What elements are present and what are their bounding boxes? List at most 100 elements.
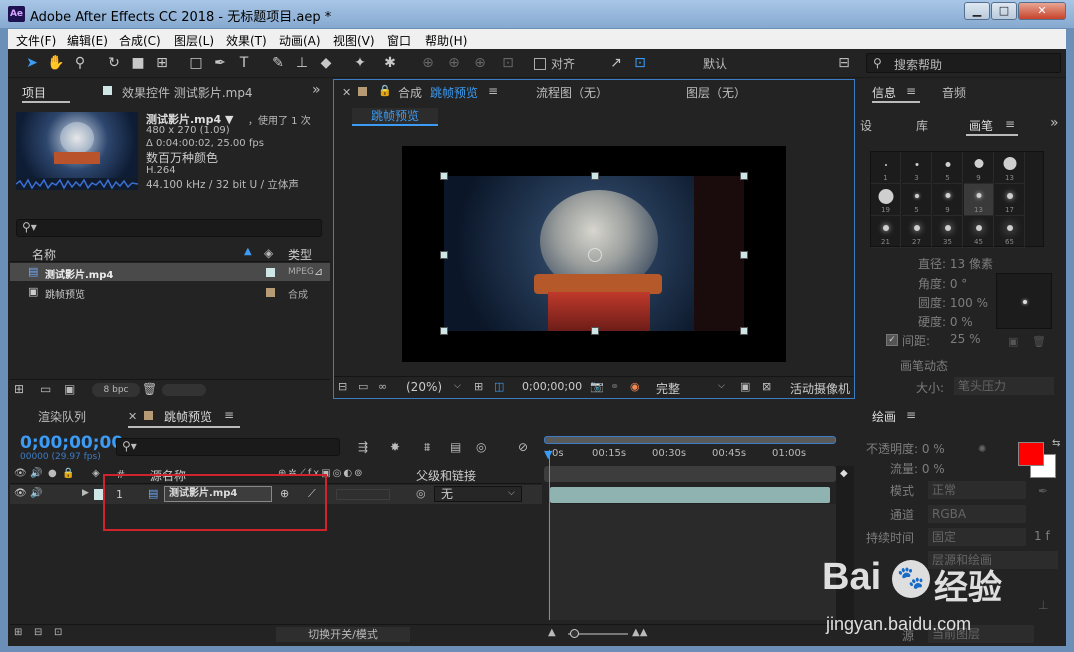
comp-sub-tab[interactable]: 跳帧预览 — [352, 108, 438, 126]
menu-help[interactable]: 帮助(H) — [425, 32, 467, 49]
tab-menu-icon[interactable]: ≡ — [224, 408, 234, 422]
close-tab-icon[interactable]: ✕ — [342, 86, 351, 99]
tab-presets[interactable]: 设 — [860, 117, 872, 134]
brush-hardness[interactable]: 硬度: 0 % — [918, 313, 973, 330]
brush-angle[interactable]: 角度: 0 ° — [918, 275, 967, 292]
brush-tip[interactable]: 17 — [995, 184, 1025, 216]
list-item[interactable]: ▤ 测试影片.mp4 MPEG ⊿ — [10, 263, 330, 281]
tab-menu-icon[interactable]: ≡ — [906, 84, 916, 98]
menu-window[interactable]: 窗口 — [387, 32, 411, 49]
snap-checkbox[interactable] — [534, 58, 546, 70]
tab-comp-name[interactable]: 跳帧预览 — [430, 84, 478, 101]
pen-tool-icon[interactable]: ✒ — [210, 54, 230, 72]
col-type[interactable]: 类型 — [288, 246, 312, 263]
hand-tool-icon[interactable]: ✋ — [46, 54, 66, 72]
delete-brush-icon[interactable]: 🗑 — [1032, 335, 1046, 348]
delete-icon[interactable]: 🗑 — [142, 382, 157, 396]
frame-blending-icon[interactable]: ▤ — [450, 440, 461, 454]
col-name[interactable]: 名称 — [32, 246, 56, 263]
switch-boxes[interactable] — [336, 489, 390, 500]
new-brush-icon[interactable]: ▣ — [1008, 335, 1018, 348]
draft-3d-icon[interactable]: ✸ — [390, 440, 400, 454]
col-parent-link[interactable]: 父级和链接 — [416, 467, 476, 484]
tab-timeline-comp[interactable]: 跳帧预览 — [164, 408, 212, 425]
expand-arrow-icon[interactable]: ▶ — [82, 488, 89, 498]
menu-file[interactable]: 文件(F) — [16, 32, 56, 49]
axis-world-icon[interactable]: ⊕ — [444, 54, 464, 72]
chevron-down-icon[interactable]: ⌵ — [454, 381, 461, 391]
label-icon[interactable]: ◈ — [92, 468, 100, 479]
brush-tip[interactable]: 35 — [933, 216, 963, 248]
graph-editor-icon[interactable]: ⊘ — [518, 440, 528, 454]
workspace-default[interactable]: 默认 — [703, 55, 727, 72]
modes-icon[interactable]: ⊟ — [34, 627, 42, 638]
pan-behind-tool-icon[interactable]: ⊞ — [152, 54, 172, 72]
clone-stamp-tool-icon[interactable]: ⊥ — [292, 54, 312, 72]
tab-flowchart[interactable]: 流程图（无） — [536, 84, 608, 101]
brush-tip[interactable]: 9 — [933, 184, 963, 216]
workspace-menu-icon[interactable]: ⊟ — [834, 54, 854, 72]
audio-switch-icon[interactable]: 🔊 — [30, 468, 42, 479]
project-scroll[interactable] — [162, 384, 206, 396]
label-icon[interactable]: ◈ — [264, 246, 273, 260]
transparency-icon[interactable]: ⊠ — [762, 380, 771, 393]
brush-tip[interactable]: 3 — [902, 152, 932, 184]
stretch-icon[interactable]: ⊡ — [54, 627, 62, 638]
transform-handle[interactable] — [740, 172, 748, 180]
video-switch-icon[interactable]: 👁 — [14, 468, 27, 479]
brush-tip-selected[interactable]: 13 — [964, 184, 994, 216]
menu-animation[interactable]: 动画(A) — [279, 32, 321, 49]
minimize-button[interactable]: ▁ — [964, 2, 990, 20]
menu-layer[interactable]: 图层(L) — [174, 32, 214, 49]
roto-brush-tool-icon[interactable]: ✦ — [350, 54, 370, 72]
timeline-timecode[interactable]: 0;00;00;00 — [20, 433, 123, 453]
rectangle-tool-icon[interactable]: □ — [186, 54, 206, 72]
comp-button-icon[interactable]: ◆ — [840, 468, 848, 479]
axis-view-icon[interactable]: ⊕ — [470, 54, 490, 72]
zoom-in-icon[interactable]: ▲▲ — [632, 627, 647, 638]
panel-overflow-icon[interactable]: » — [1050, 115, 1059, 131]
tab-library[interactable]: 库 — [916, 117, 928, 134]
toggle-switches-modes-button[interactable]: 切换开关/模式 — [276, 627, 410, 642]
swap-colors-icon[interactable]: ⇆ — [1052, 438, 1060, 449]
tab-layer[interactable]: 图层（无） — [686, 84, 746, 101]
transform-handle[interactable] — [740, 327, 748, 335]
brush-tip[interactable]: 19 — [871, 184, 901, 216]
brush-tool-icon[interactable]: ✎ — [268, 54, 288, 72]
tab-audio[interactable]: 音频 — [942, 84, 966, 101]
paint-opacity[interactable]: 不透明度: 0 % — [866, 440, 945, 457]
layer-duration-bar[interactable] — [550, 487, 830, 503]
transform-handle[interactable] — [440, 251, 448, 259]
transform-handle[interactable] — [591, 172, 599, 180]
brush-tip[interactable]: 13 — [995, 152, 1025, 184]
sort-arrow-icon[interactable]: ▲ — [244, 246, 252, 257]
menu-effect[interactable]: 效果(T) — [226, 32, 267, 49]
rotate-tool-icon[interactable]: ↻ — [104, 54, 124, 72]
viewer-timecode[interactable]: 0;00;00;00 — [522, 380, 582, 393]
timeline-search-input[interactable]: ⚲▾ — [116, 438, 340, 456]
list-item[interactable]: ▣ 跳帧预览 合成 — [10, 283, 330, 301]
tab-project[interactable]: 项目 — [22, 84, 46, 101]
brush-tip[interactable]: 5 — [902, 184, 932, 216]
speaker-icon[interactable]: 🔊 — [30, 488, 42, 499]
menu-edit[interactable]: 编辑(E) — [67, 32, 108, 49]
brush-tip[interactable]: 9 — [964, 152, 994, 184]
close-button[interactable]: ✕ — [1018, 2, 1066, 20]
shy-layers-icon[interactable]: ⩩ — [424, 440, 430, 455]
playhead[interactable] — [549, 450, 550, 620]
menu-composition[interactable]: 合成(C) — [119, 32, 161, 49]
anchor-point-icon[interactable] — [588, 248, 602, 262]
snap-feature-icon[interactable]: ↗ — [606, 54, 626, 72]
foreground-color-swatch[interactable] — [1018, 442, 1044, 466]
spacing-checkbox[interactable]: ✓ — [886, 334, 898, 346]
project-search-input[interactable]: ⚲▾ — [16, 219, 322, 237]
brush-tip[interactable]: 27 — [902, 216, 932, 248]
transform-handle[interactable] — [440, 172, 448, 180]
lock-switch-icon[interactable]: 🔒 — [62, 468, 74, 479]
pick-whip-icon[interactable]: ◎ — [416, 487, 426, 500]
brush-tip[interactable]: 5 — [933, 152, 963, 184]
snapshot-icon[interactable]: 📷 — [590, 380, 604, 393]
playhead-handle-icon[interactable]: ▼ — [544, 448, 552, 461]
work-area-bar[interactable] — [544, 436, 836, 444]
tab-paint[interactable]: 绘画 — [872, 408, 896, 425]
